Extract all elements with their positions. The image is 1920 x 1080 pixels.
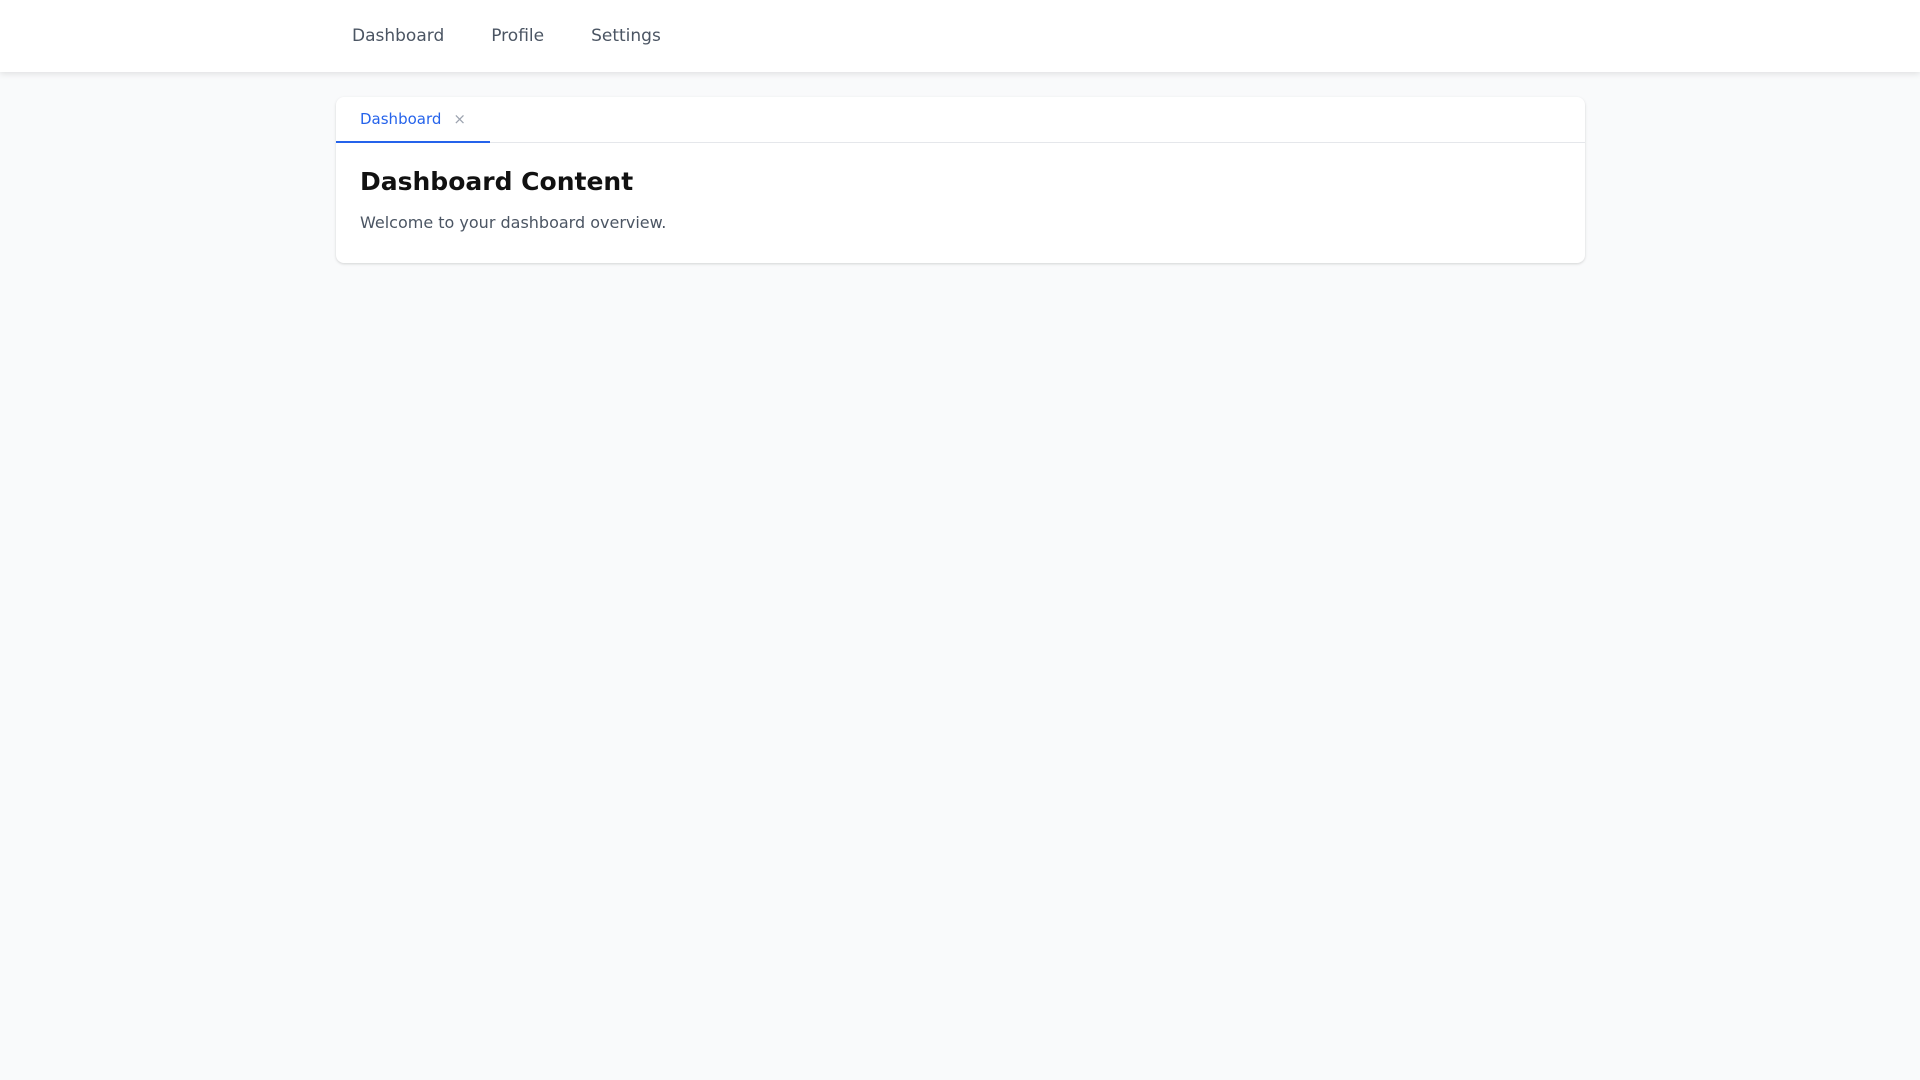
tab-label: Dashboard	[360, 110, 442, 128]
content-title: Dashboard Content	[360, 167, 634, 196]
top-navigation: Dashboard Profile Settings	[0, 0, 1920, 72]
tab-panel-card: Dashboard × Dashboard Content Welcome to…	[336, 97, 1585, 263]
tab-content: Dashboard Content Welcome to your dashbo…	[336, 143, 1585, 233]
nav-links: Dashboard Profile Settings	[336, 0, 677, 72]
nav-link-dashboard[interactable]: Dashboard	[336, 0, 460, 72]
tab-bar: Dashboard ×	[336, 97, 1585, 143]
nav-link-profile[interactable]: Profile	[475, 0, 560, 72]
nav-link-settings[interactable]: Settings	[575, 0, 677, 72]
content-text: Welcome to your dashboard overview.	[360, 213, 667, 232]
tab-dashboard[interactable]: Dashboard ×	[336, 97, 490, 143]
close-icon[interactable]: ×	[453, 111, 466, 127]
